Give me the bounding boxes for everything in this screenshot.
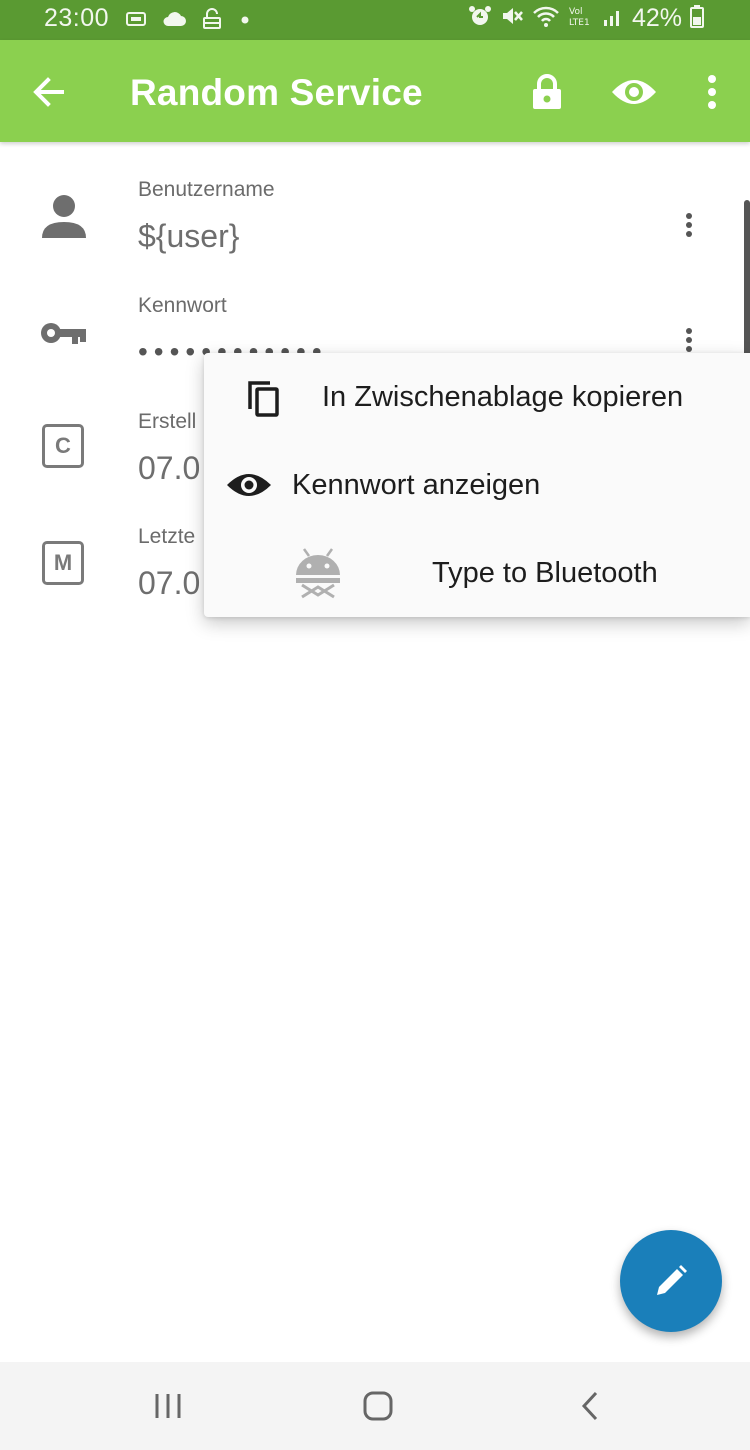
created-label: Erstell [138,410,197,433]
modified-label: Letzte [138,525,196,548]
android-icon [292,547,344,606]
svg-text:LTE1: LTE1 [569,18,590,28]
menu-item-copy[interactable]: In Zwischenablage kopieren [204,353,750,441]
svg-text:Vol: Vol [569,7,582,17]
key-icon [40,318,88,353]
usb-icon [125,9,147,34]
lock-open-icon [201,8,223,35]
alarm-icon [468,4,492,33]
mute-icon [500,4,524,33]
cloud-icon [161,10,187,33]
battery-icon [690,4,704,33]
eye-icon[interactable] [610,74,658,110]
username-label: Benutzername [138,178,275,201]
username-overflow-icon[interactable] [679,211,699,243]
modified-badge-icon: M [42,541,84,585]
edit-fab-button[interactable] [620,1230,722,1332]
menu-item-bluetooth[interactable]: Type to Bluetooth [204,529,750,617]
recents-icon[interactable] [152,1390,184,1427]
back-arrow-icon[interactable] [30,73,68,111]
volte-icon: Vol LTE1 [568,4,594,33]
nav-back-icon[interactable] [574,1390,606,1427]
menu-item-copy-label: In Zwischenablage kopieren [322,381,684,413]
dot-icon [237,11,253,32]
app-bar: Random Service [0,40,750,142]
menu-item-show-password-label: Kennwort anzeigen [292,469,541,501]
system-nav-bar [0,1362,750,1450]
person-icon [40,194,88,245]
menu-item-show-password[interactable]: Kennwort anzeigen [204,441,750,529]
status-time: 23:00 [44,4,110,32]
lock-icon[interactable] [530,74,564,110]
password-label: Kennwort [138,294,227,317]
created-value: 07.0 [138,450,201,486]
battery-percent: 42% [631,4,682,32]
signal-icon [602,4,624,33]
popup-menu: In Zwischenablage kopieren Kennwort anze… [204,353,750,617]
copy-icon [246,379,282,424]
home-icon[interactable] [362,1390,394,1427]
modified-value: 07.0 [138,565,201,601]
menu-item-bluetooth-label: Type to Bluetooth [432,557,658,589]
eye-icon [226,469,272,506]
edit-icon [657,1265,687,1295]
username-value[interactable]: ${user} [138,218,239,255]
wifi-icon [532,4,560,33]
page-title: Random Service [130,72,423,113]
status-bar: 23:00 Vol LTE1 42% [0,0,750,40]
overflow-menu-icon[interactable] [694,72,730,112]
created-badge-icon: C [42,424,84,468]
